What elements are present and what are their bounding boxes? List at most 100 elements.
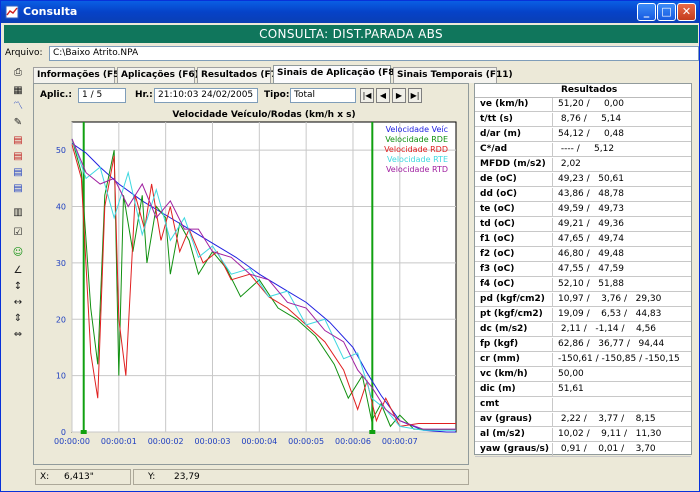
result-label: MFDD (m/s2) bbox=[475, 158, 553, 172]
chart-title: Velocidade Veículo/Rodas (km/h x s) bbox=[172, 110, 355, 120]
status-y: Y: 23,79 bbox=[133, 469, 469, 485]
result-label: yaw (graus/s) bbox=[475, 443, 553, 457]
y-tick-label: 0 bbox=[61, 428, 66, 437]
result-row: C*/ad ---- / 5,12 bbox=[475, 143, 691, 157]
page-banner: CONSULTA: DIST.PARADA ABS bbox=[4, 25, 698, 43]
title-bar[interactable]: Consulta _ □ ✕ bbox=[1, 1, 699, 23]
result-label: dd (oC) bbox=[475, 188, 553, 202]
legend-entry: Velocidade Veíc bbox=[386, 125, 448, 134]
speed-chart[interactable]: Velocidade Veículo/Rodas (km/h x s) 0 10 20… bbox=[38, 106, 464, 462]
hr-field[interactable]: 21:10:03 24/02/2005 bbox=[154, 88, 258, 103]
x-tick-label: 00:00:04 bbox=[241, 437, 277, 446]
status-x-value: 6,413" bbox=[64, 472, 94, 482]
maximize-button[interactable]: □ bbox=[657, 3, 676, 21]
result-label: f4 (oC) bbox=[475, 278, 553, 292]
tab-0[interactable]: Informações (F5) bbox=[33, 67, 124, 83]
result-label: de (oC) bbox=[475, 173, 553, 187]
result-value: 10,97 / 3,76 / 29,30 bbox=[558, 294, 662, 304]
result-value: 10,02 / 9,11 / 11,30 bbox=[558, 429, 662, 439]
result-row: dd (oC) 43,86 / 48,78 bbox=[475, 188, 691, 202]
aplic-field[interactable]: 1 / 5 bbox=[78, 88, 126, 103]
result-row: td (oC) 49,21 / 49,36 bbox=[475, 218, 691, 232]
tipo-label: Tipo: bbox=[264, 90, 290, 100]
result-value: 51,61 bbox=[558, 384, 584, 394]
result-label: C*/ad bbox=[475, 143, 553, 157]
calc-icon[interactable]: ▦ bbox=[9, 83, 27, 99]
result-value: 2,02 bbox=[558, 159, 581, 169]
tab-2[interactable]: Resultados (F7) bbox=[197, 67, 281, 83]
aplic-label: Aplic.: bbox=[40, 90, 72, 100]
result-value: 49,59 / 49,73 bbox=[558, 204, 625, 214]
result-label: dc (m/s2) bbox=[475, 323, 553, 337]
next-button[interactable]: ▶ bbox=[392, 88, 406, 103]
result-row: t/tt (s) 8,76 / 5,14 bbox=[475, 113, 691, 127]
tab-1[interactable]: Aplicações (F6) bbox=[117, 67, 199, 83]
tab-4[interactable]: Sinais Temporais (F11) bbox=[393, 67, 513, 83]
horizontal-arrows-icon[interactable]: ↔ bbox=[9, 295, 27, 311]
legend-entry: Velocidade RDD bbox=[384, 145, 448, 154]
edit-icon[interactable]: ✎ bbox=[9, 115, 27, 131]
hr-label: Hr.: bbox=[135, 90, 153, 100]
chart-icon[interactable]: 〽 bbox=[9, 99, 27, 115]
doc-blue-icon[interactable]: ▤ bbox=[9, 165, 27, 181]
result-value: 2,11 / -1,14 / 4,56 bbox=[558, 324, 657, 334]
result-value: -150,61 / -150,85 / -150,15 bbox=[558, 354, 680, 364]
expand-vertical-icon[interactable]: ⇕ bbox=[9, 311, 27, 327]
doc-red-icon[interactable]: ▤ bbox=[9, 149, 27, 165]
result-label: ve (km/h) bbox=[475, 98, 553, 112]
result-value: 46,80 / 49,48 bbox=[558, 249, 625, 259]
y-tick-label: 30 bbox=[56, 259, 66, 268]
minimize-button[interactable]: _ bbox=[637, 3, 656, 21]
chart-bars-icon[interactable]: ▥ bbox=[9, 205, 27, 221]
doc-blue-icon[interactable]: ▤ bbox=[9, 181, 27, 197]
results-header-text: Resultados bbox=[561, 85, 618, 95]
result-row: f4 (oC) 52,10 / 51,88 bbox=[475, 278, 691, 292]
file-label: Arquivo: bbox=[5, 48, 43, 58]
status-bar: X: 6,413" Y: 23,79 bbox=[35, 469, 469, 485]
tab-3[interactable]: Sinais de Aplicação (F8) bbox=[273, 65, 399, 84]
tipo-field[interactable]: Total bbox=[290, 88, 356, 103]
status-x-label: X: bbox=[40, 472, 50, 482]
result-value: 51,20 / 0,00 bbox=[558, 99, 625, 109]
result-row: te (oC) 49,59 / 49,73 bbox=[475, 203, 691, 217]
smiley-icon[interactable]: ☺ bbox=[9, 245, 27, 261]
result-row: f3 (oC) 47,55 / 47,59 bbox=[475, 263, 691, 277]
vertical-arrows-icon[interactable]: ↕ bbox=[9, 279, 27, 295]
status-y-label: Y: bbox=[148, 472, 156, 482]
result-row: MFDD (m/s2) 2,02 bbox=[475, 158, 691, 172]
result-label: f2 (oC) bbox=[475, 248, 553, 262]
result-value: 43,86 / 48,78 bbox=[558, 189, 625, 199]
close-button[interactable]: ✕ bbox=[677, 3, 696, 21]
result-row: dc (m/s2) 2,11 / -1,14 / 4,56 bbox=[475, 323, 691, 337]
result-value: 49,21 / 49,36 bbox=[558, 219, 625, 229]
result-row: cmt bbox=[475, 398, 691, 412]
result-value: ---- / 5,12 bbox=[558, 144, 615, 154]
x-tick-label: 00:00:02 bbox=[148, 437, 184, 446]
x-tick-label: 00:00:05 bbox=[288, 437, 324, 446]
checkbox-icon[interactable]: ☑ bbox=[9, 225, 27, 241]
status-y-value: 23,79 bbox=[174, 472, 200, 482]
print-icon[interactable]: ⎙ bbox=[9, 65, 27, 81]
result-value: 47,65 / 49,74 bbox=[558, 234, 625, 244]
expand-horizontal-icon[interactable]: ⇔ bbox=[9, 327, 27, 343]
last-button[interactable]: ▶| bbox=[408, 88, 422, 103]
file-path-field[interactable]: C:\Baixo Atrito.NPA bbox=[49, 46, 699, 61]
result-value: 49,23 / 50,61 bbox=[558, 174, 625, 184]
result-row: f2 (oC) 46,80 / 49,48 bbox=[475, 248, 691, 262]
legend-entry: Velocidade RTE bbox=[387, 155, 448, 164]
prev-button[interactable]: ◀ bbox=[376, 88, 390, 103]
result-value: 52,10 / 51,88 bbox=[558, 279, 625, 289]
result-label: vc (km/h) bbox=[475, 368, 553, 382]
cursor-marker-handle bbox=[80, 430, 87, 434]
angle-icon[interactable]: ∠ bbox=[9, 263, 27, 279]
legend-entry: Velocidade RDE bbox=[385, 135, 448, 144]
result-label: cmt bbox=[475, 398, 553, 412]
result-row: de (oC) 49,23 / 50,61 bbox=[475, 173, 691, 187]
doc-red-icon[interactable]: ▤ bbox=[9, 133, 27, 149]
result-value: 8,76 / 5,14 bbox=[558, 114, 622, 124]
result-row: pd (kgf/cm2) 10,97 / 3,76 / 29,30 bbox=[475, 293, 691, 307]
result-row: av (graus) 2,22 / 3,77 / 8,15 bbox=[475, 413, 691, 427]
result-row: al (m/s2) 10,02 / 9,11 / 11,30 bbox=[475, 428, 691, 442]
results-grid[interactable]: Resultados ve (km/h) 51,20 / 0,00 t/tt (s)… bbox=[474, 83, 692, 457]
first-button[interactable]: |◀ bbox=[360, 88, 374, 103]
